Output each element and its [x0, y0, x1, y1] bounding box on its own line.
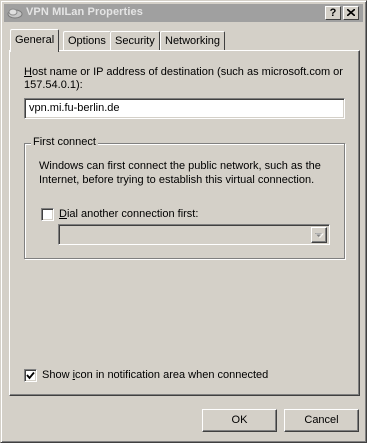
checkmark-icon: [26, 371, 35, 380]
tab-general[interactable]: General: [10, 29, 60, 52]
close-icon: [346, 8, 356, 17]
show-icon-label[interactable]: Show icon in notification area when conn…: [42, 369, 268, 382]
first-connect-legend: First connect: [31, 136, 98, 149]
tab-general-label: General: [15, 34, 55, 46]
host-input-value: vpn.mi.fu-berlin.de: [29, 102, 120, 114]
tab-security[interactable]: Security: [110, 31, 160, 50]
show-icon-checkbox[interactable]: [24, 369, 37, 382]
tab-networking-label: Networking: [165, 35, 221, 47]
host-label: Host name or IP address of destination (…: [24, 66, 343, 79]
tab-options-label: Options: [68, 35, 106, 47]
host-label-text: ost name or IP address of destination (s…: [31, 66, 343, 78]
dial-first-text: ial another connection first:: [66, 208, 199, 220]
connection-select[interactable]: [58, 224, 330, 245]
connection-dropdown-button[interactable]: [311, 227, 327, 243]
window-title: VPN MILan Properties: [26, 6, 143, 18]
title-bar[interactable]: VPN MILan Properties ?: [4, 4, 363, 22]
show-icon-text-prefix: Show: [42, 369, 73, 381]
show-icon-text-rest: con in notification area when connected: [75, 369, 269, 381]
ok-button[interactable]: OK: [202, 409, 277, 432]
close-button[interactable]: [343, 6, 359, 20]
first-connect-description-line1: Windows can first connect the public net…: [39, 160, 321, 172]
dial-first-mnemonic: D: [59, 208, 67, 220]
tab-security-label: Security: [115, 35, 155, 47]
host-label-mnemonic: H: [24, 66, 32, 78]
cancel-button[interactable]: Cancel: [284, 409, 359, 432]
tab-options[interactable]: Options: [63, 31, 111, 50]
tab-networking[interactable]: Networking: [160, 31, 226, 50]
general-tab-panel: Host name or IP address of destination (…: [9, 50, 360, 396]
host-label-line2: 157.54.0.1):: [24, 79, 83, 91]
first-connect-description-line2: Internet, before trying to establish thi…: [39, 174, 315, 186]
properties-dialog: VPN MILan Properties ? General Options S…: [0, 0, 367, 443]
help-button[interactable]: ?: [325, 6, 341, 20]
chevron-down-icon: [315, 233, 324, 239]
first-connect-group: First connect Windows can first connect …: [24, 136, 345, 259]
dial-first-label[interactable]: Dial another connection first:: [59, 208, 198, 221]
dial-first-checkbox[interactable]: [41, 208, 54, 221]
network-connection-icon: [7, 8, 23, 19]
host-input[interactable]: vpn.mi.fu-berlin.de: [24, 98, 345, 119]
